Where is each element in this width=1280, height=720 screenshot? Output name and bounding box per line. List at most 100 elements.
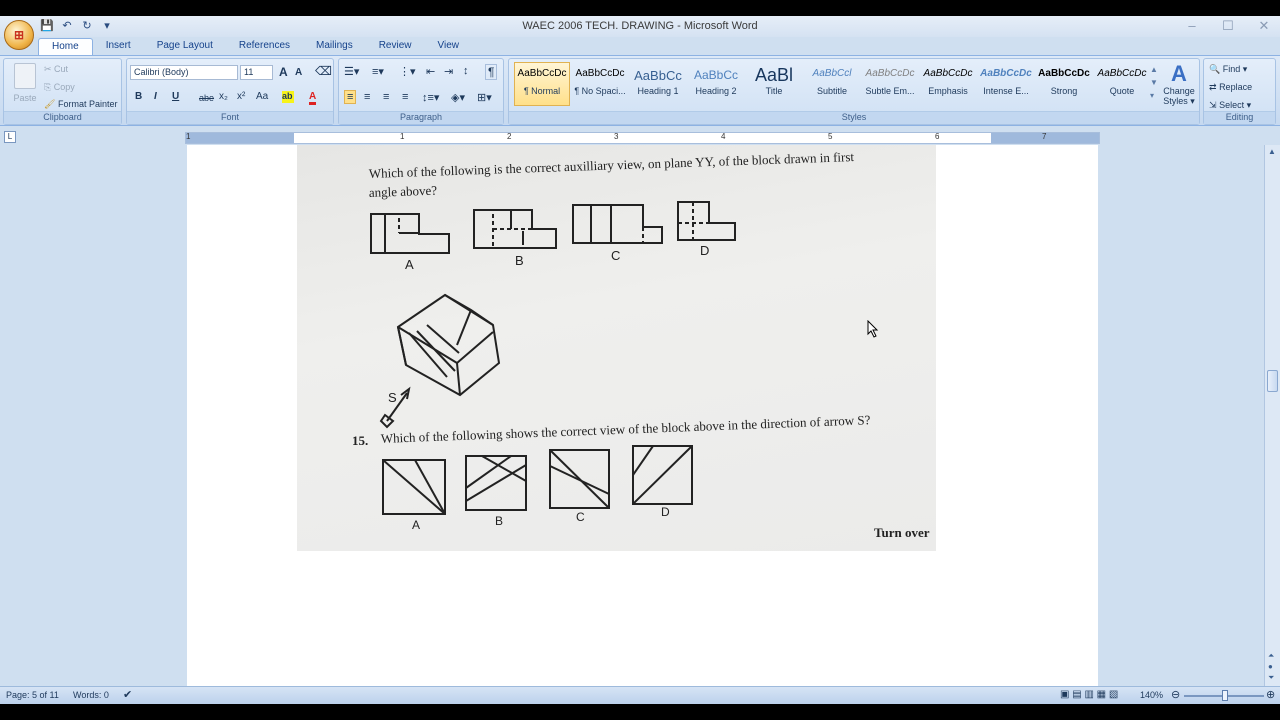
change-case-button[interactable]: Aa xyxy=(256,91,268,102)
font-family-select[interactable]: Calibri (Body) xyxy=(130,65,238,80)
zoom-level[interactable]: 140% xyxy=(1140,690,1163,700)
shrink-font-button[interactable]: A xyxy=(295,67,302,78)
show-marks-button[interactable]: ¶ xyxy=(485,64,498,80)
style-name: Title xyxy=(765,86,783,96)
view-buttons-icon[interactable]: ▣ ▤ ▥ ▦ ▧ xyxy=(1060,689,1118,700)
zoom-slider-knob[interactable] xyxy=(1222,690,1228,701)
style-sample: AaBbCcl xyxy=(812,68,852,79)
highlight-icon[interactable]: ab xyxy=(282,91,294,103)
scroll-thumb[interactable] xyxy=(1267,370,1278,392)
binoculars-icon: 🔍 xyxy=(1209,64,1221,74)
tab-page-layout[interactable]: Page Layout xyxy=(144,38,226,56)
tab-insert[interactable]: Insert xyxy=(93,38,144,56)
style-normal[interactable]: AaBbCcDc ¶ Normal xyxy=(514,62,570,106)
format-painter-button[interactable]: 🖌 Format Painter xyxy=(44,99,117,110)
page-count[interactable]: Page: 5 of 11 xyxy=(6,690,59,700)
copy-label: Copy xyxy=(53,82,75,92)
clear-format-icon[interactable]: ⌫ xyxy=(315,64,332,78)
style-no-spacing[interactable]: AaBbCcDc ¶ No Spaci... xyxy=(572,62,628,106)
style-subtitle[interactable]: AaBbCcl Subtitle xyxy=(804,62,860,106)
prev-page-icon[interactable]: ⏶ xyxy=(1268,651,1274,661)
find-button[interactable]: 🔍 Find ▾ xyxy=(1209,64,1247,75)
italic-button[interactable]: I xyxy=(154,91,157,102)
font-color-button[interactable]: A xyxy=(309,91,317,105)
browse-object-icon[interactable]: ● xyxy=(1268,662,1273,671)
style-title[interactable]: AaBl Title xyxy=(746,62,802,106)
document-page[interactable]: Which of the following is the correct au… xyxy=(187,145,1098,686)
zoom-out-icon[interactable]: ⊖ xyxy=(1171,688,1180,701)
ruler-number: 1 xyxy=(186,132,191,141)
line-spacing-icon[interactable]: ↕≡▾ xyxy=(422,91,439,104)
word-count[interactable]: Words: 0 xyxy=(73,690,109,700)
style-heading-2[interactable]: AaBbCc Heading 2 xyxy=(688,62,744,106)
font-group-label: Font xyxy=(127,111,333,124)
styles-group-label: Styles xyxy=(509,111,1199,124)
justify-icon[interactable]: ≡ xyxy=(402,91,408,103)
underline-button[interactable]: U xyxy=(172,91,179,102)
tab-review[interactable]: Review xyxy=(366,38,425,56)
next-page-icon[interactable]: ⏷ xyxy=(1268,673,1274,683)
style-strong[interactable]: AaBbCcDc Strong xyxy=(1036,62,1092,106)
grow-font-button[interactable]: A xyxy=(279,65,288,79)
tab-mailings[interactable]: Mailings xyxy=(303,38,366,56)
editing-group: 🔍 Find ▾ ⇄ Replace ⇲ Select ▾ Editing xyxy=(1203,58,1276,125)
borders-icon[interactable]: ⊞▾ xyxy=(477,91,492,104)
tab-references[interactable]: References xyxy=(226,38,303,56)
zoom-in-icon[interactable]: ⊕ xyxy=(1266,688,1275,701)
cut-button[interactable]: ✂ Cut xyxy=(44,64,68,75)
document-area: Which of the following is the correct au… xyxy=(0,145,1264,686)
styles-scroll-icon[interactable]: ▲ ▼ ▾ xyxy=(1150,63,1158,102)
ruler-number: 2 xyxy=(507,132,512,141)
style-sample: AaBbCcDc xyxy=(517,68,567,79)
title-bar: ⊞ 💾 ↶ ↻ ▾ WAEC 2006 TECH. DRAWING - Micr… xyxy=(0,16,1280,50)
ribbon: Paste ✂ Cut ⎘ Copy 🖌 Format Painter Clip… xyxy=(0,55,1280,126)
scroll-up-icon[interactable]: ▲ xyxy=(1268,147,1276,156)
window-controls: – ☐ ✕ xyxy=(1184,18,1272,34)
decrease-indent-icon[interactable]: ⇤ xyxy=(426,65,435,78)
numbering-icon[interactable]: ≡▾ xyxy=(372,65,384,78)
replace-button[interactable]: ⇄ Replace xyxy=(1209,82,1252,93)
bullets-icon[interactable]: ☰▾ xyxy=(344,65,359,78)
q14-label-c: C xyxy=(611,248,620,263)
style-sample: AaBbCcDc xyxy=(923,68,973,79)
shading-icon[interactable]: ◈▾ xyxy=(451,91,465,104)
style-name: Heading 2 xyxy=(695,86,737,96)
change-styles-button[interactable]: A Change Styles ▾ xyxy=(1161,62,1197,107)
align-left-icon[interactable]: ≡ xyxy=(344,90,357,104)
multilevel-list-icon[interactable]: ⋮▾ xyxy=(399,65,416,78)
style-emphasis[interactable]: AaBbCcDc Emphasis xyxy=(920,62,976,106)
align-center-icon[interactable]: ≡ xyxy=(364,91,370,103)
horizontal-ruler[interactable]: 1 1 2 3 4 5 6 7 xyxy=(185,132,1100,144)
vertical-scrollbar[interactable]: ▲ ⏶ ● ⏷ xyxy=(1264,145,1280,686)
bold-button[interactable]: B xyxy=(135,91,142,102)
style-intense-emphasis[interactable]: AaBbCcDc Intense E... xyxy=(978,62,1034,106)
q15-options-drawing xyxy=(382,445,693,515)
strikethrough-button[interactable]: abe xyxy=(199,93,214,103)
word-window: ⊞ 💾 ↶ ↻ ▾ WAEC 2006 TECH. DRAWING - Micr… xyxy=(0,16,1280,704)
increase-indent-icon[interactable]: ⇥ xyxy=(444,65,453,78)
q14-text-line1: Which of the following is the correct au… xyxy=(369,149,855,181)
style-subtle-emphasis[interactable]: AaBbCcDc Subtle Em... xyxy=(862,62,918,106)
select-button[interactable]: ⇲ Select ▾ xyxy=(1209,100,1251,111)
tab-home[interactable]: Home xyxy=(38,38,93,56)
style-quote[interactable]: AaBbCcDc Quote xyxy=(1094,62,1150,106)
maximize-button[interactable]: ☐ xyxy=(1220,18,1236,34)
align-right-icon[interactable]: ≡ xyxy=(383,91,389,103)
q14-option-labels: A B C D xyxy=(405,243,709,272)
select-label: Select ▾ xyxy=(1219,100,1252,110)
office-button[interactable]: ⊞ xyxy=(4,20,34,50)
proofing-icon[interactable]: ✔ xyxy=(123,688,132,701)
sort-icon[interactable]: ↕ xyxy=(463,65,469,77)
q14-text-line2: angle above? xyxy=(369,183,438,200)
tab-view[interactable]: View xyxy=(425,38,473,56)
minimize-button[interactable]: – xyxy=(1184,18,1200,34)
tab-selector[interactable]: L xyxy=(4,131,16,143)
copy-button[interactable]: ⎘ Copy xyxy=(44,82,75,93)
close-button[interactable]: ✕ xyxy=(1256,18,1272,34)
style-heading-1[interactable]: AaBbCc Heading 1 xyxy=(630,62,686,106)
scanned-exam-image[interactable]: Which of the following is the correct au… xyxy=(297,145,936,551)
subscript-button[interactable]: x₂ xyxy=(219,91,228,102)
paste-button[interactable]: Paste xyxy=(8,61,42,109)
font-size-select[interactable]: 11 xyxy=(240,65,273,80)
superscript-button[interactable]: x² xyxy=(237,91,245,102)
